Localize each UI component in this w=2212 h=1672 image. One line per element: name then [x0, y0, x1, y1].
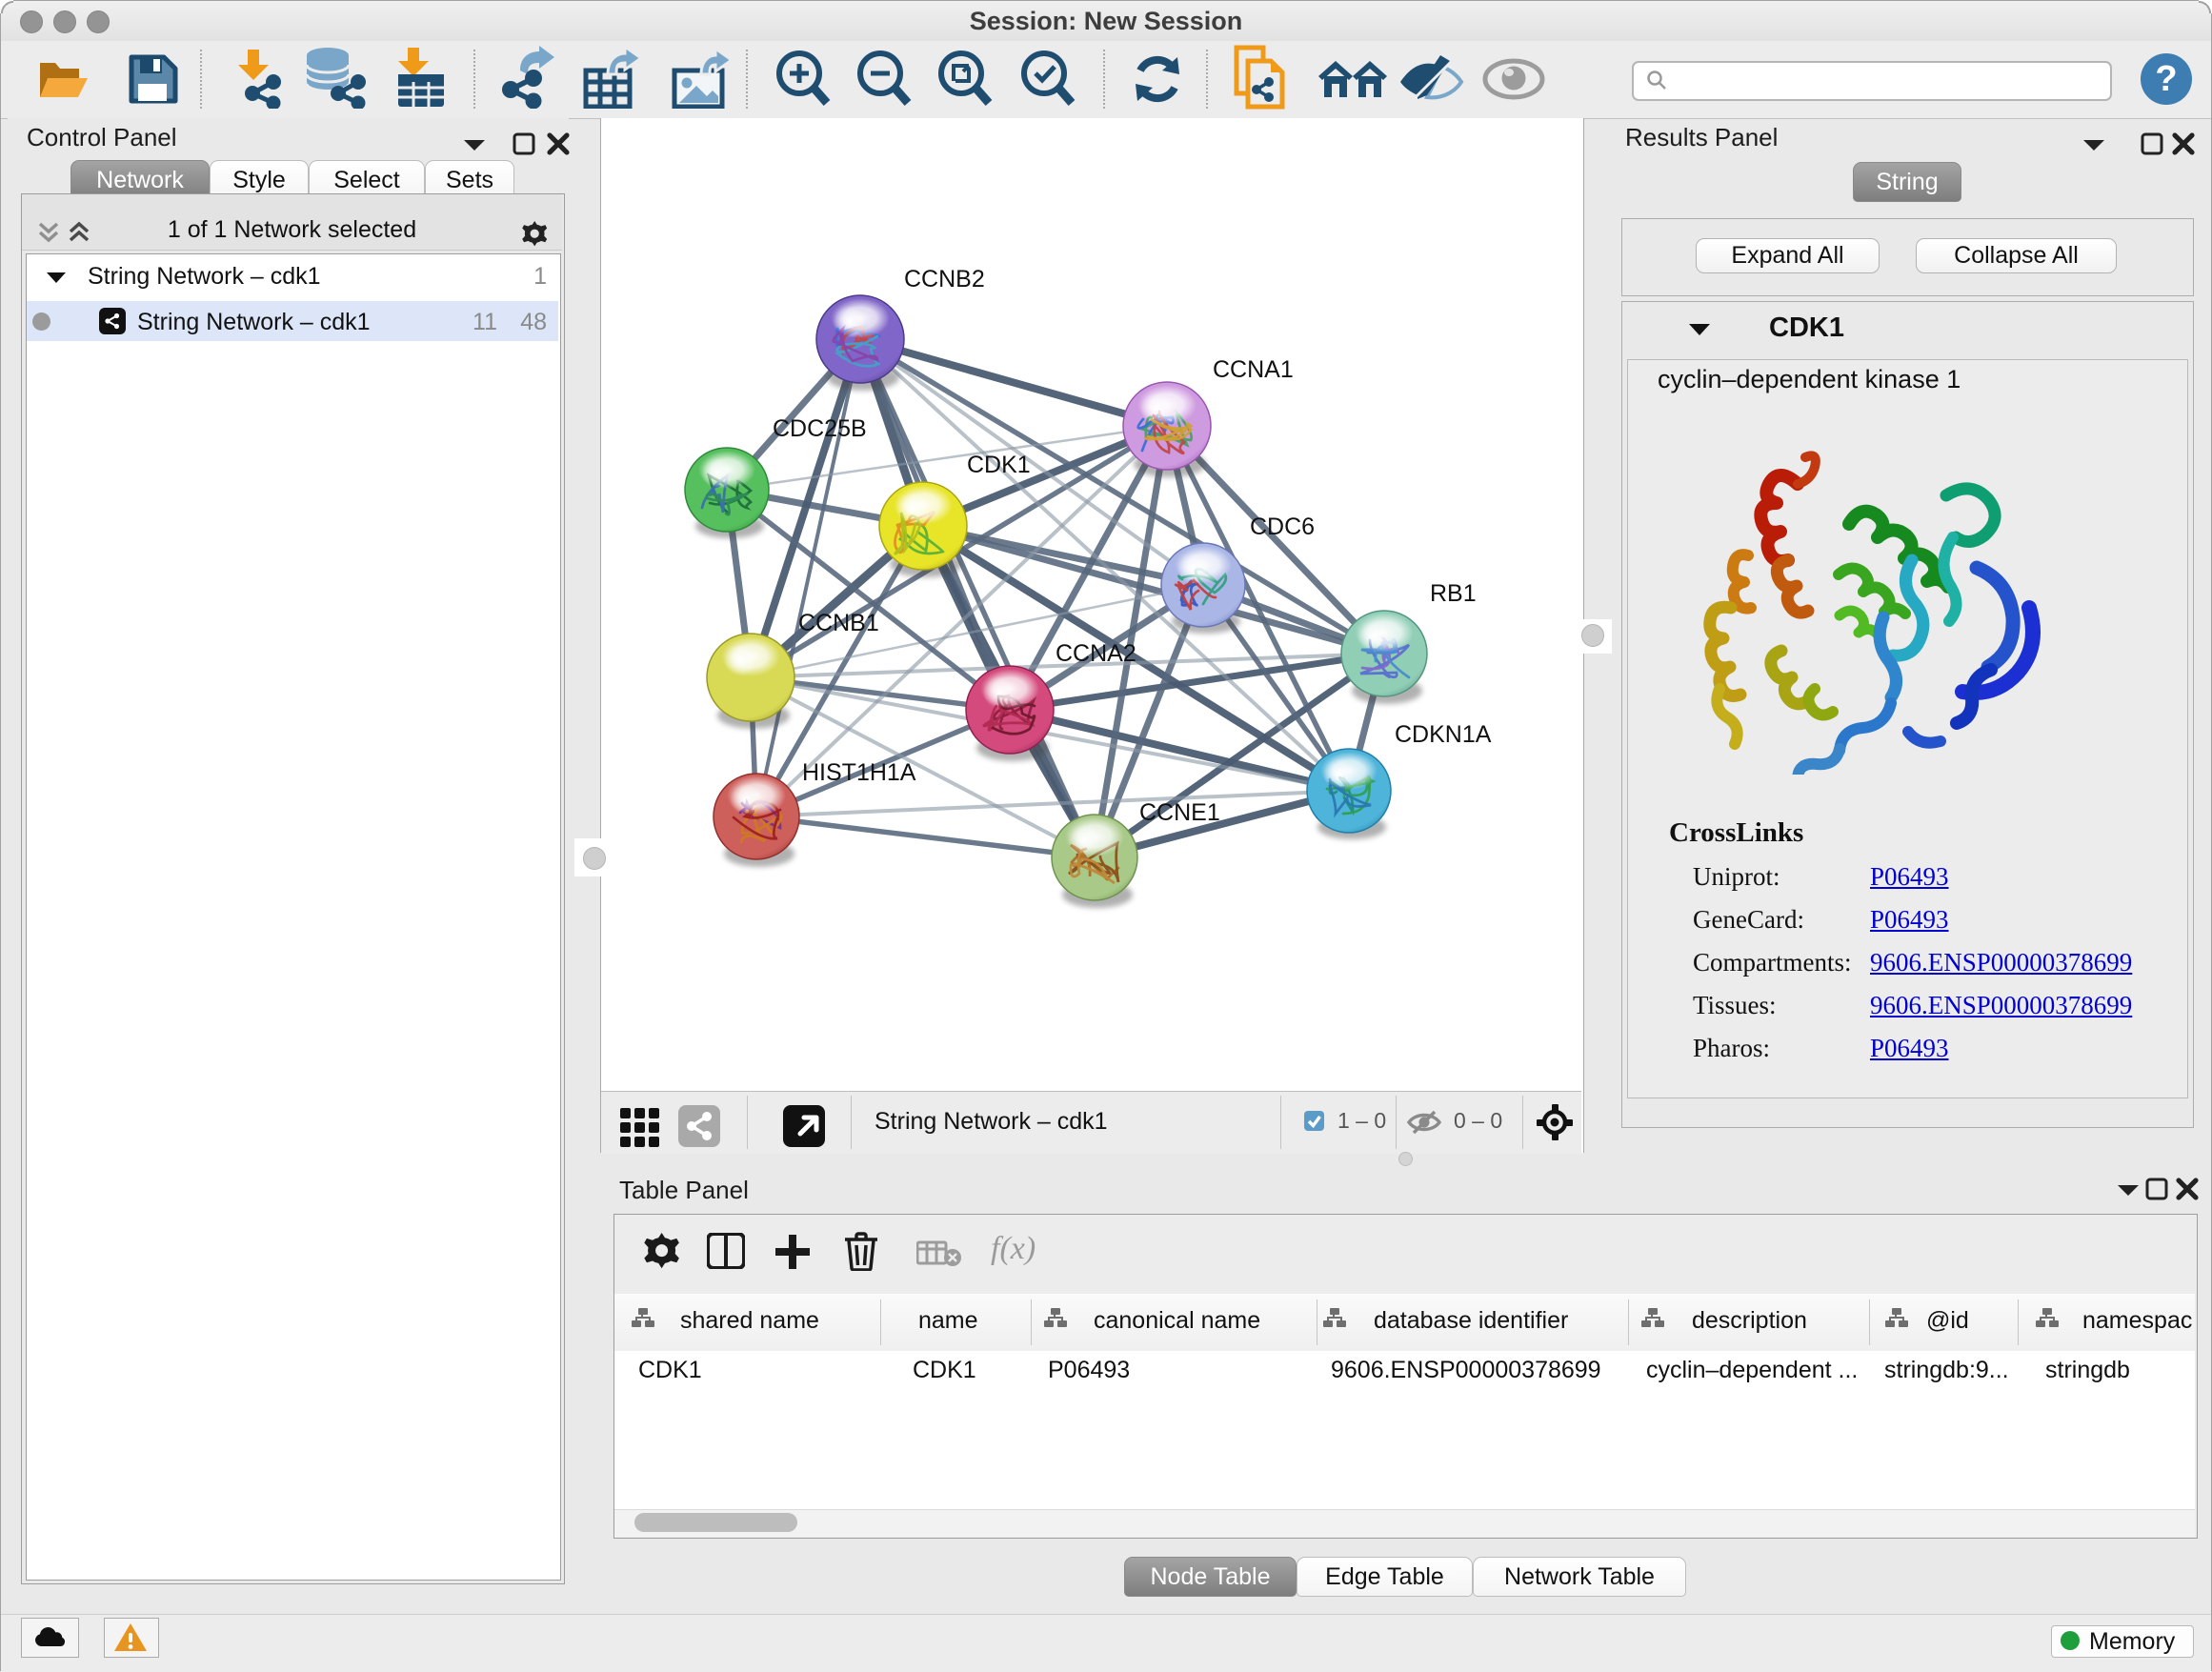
svg-text:CCNA2: CCNA2 — [1056, 640, 1136, 667]
svg-text:CDKN1A: CDKN1A — [1395, 721, 1492, 748]
svg-text:CDC6: CDC6 — [1250, 514, 1315, 540]
svg-text:CCNB1: CCNB1 — [798, 610, 879, 636]
svg-text:CCNB2: CCNB2 — [904, 266, 985, 292]
svg-text:CDC25B: CDC25B — [773, 415, 867, 442]
svg-text:RB1: RB1 — [1430, 580, 1477, 607]
svg-text:CCNE1: CCNE1 — [1139, 799, 1220, 826]
svg-text:CCNA1: CCNA1 — [1213, 356, 1294, 383]
svg-text:CDK1: CDK1 — [967, 452, 1031, 478]
svg-text:HIST1H1A: HIST1H1A — [802, 759, 916, 786]
